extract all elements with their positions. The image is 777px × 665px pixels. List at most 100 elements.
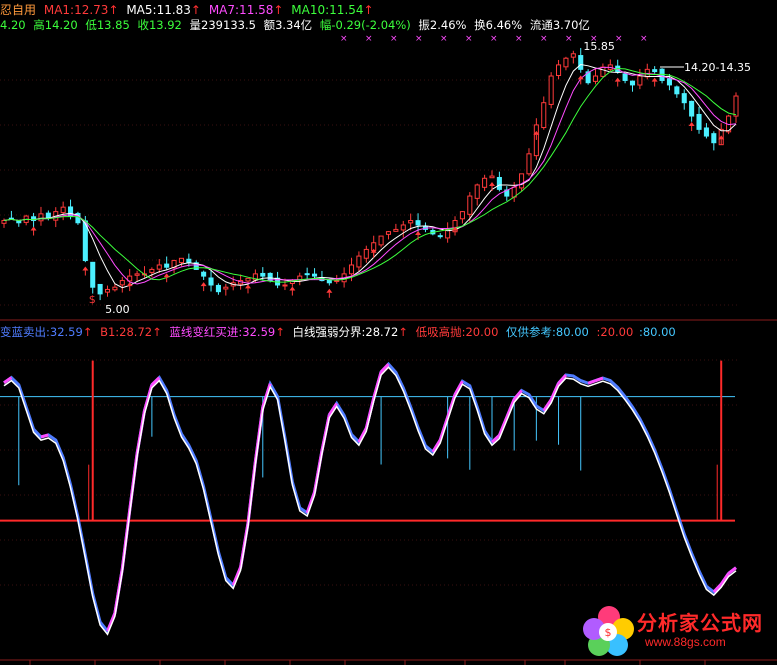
candle-body	[489, 175, 495, 179]
candle-body	[215, 284, 221, 293]
candle-body	[178, 257, 184, 264]
candle-body	[1, 220, 7, 224]
buy-arrow-marker	[82, 266, 89, 271]
low-price-label: 5.00	[105, 303, 130, 316]
candle-body	[533, 124, 539, 157]
buy-arrow-marker	[200, 282, 207, 287]
candle-body	[134, 273, 140, 276]
watermark: $ 分析家公式网 www.88gs.com	[579, 601, 769, 659]
top-cross-marker: ×	[365, 34, 373, 44]
candle-body	[385, 231, 392, 235]
indicator-item: :80.00	[638, 325, 676, 339]
volume: 量239133.5	[189, 18, 256, 32]
turnover: 换6.46%	[474, 18, 523, 32]
grid-lines	[0, 79, 777, 665]
top-cross-marker: ×	[540, 34, 548, 44]
ma7-arrow-icon: ↑	[273, 3, 284, 17]
candle-body	[60, 206, 66, 214]
up-arrow-icon: ↑	[82, 325, 93, 339]
candle-body	[711, 133, 717, 144]
candle-body	[400, 224, 406, 231]
top-cross-marker: ×	[440, 34, 448, 44]
ma5-value: MA5:11.83	[126, 3, 191, 17]
open-price: 4.20	[0, 18, 26, 32]
top-cross-marker: ×	[565, 34, 573, 44]
buy-arrow-marker	[289, 286, 296, 291]
top-cross-marker: ×	[515, 34, 523, 44]
candle-body	[348, 264, 355, 275]
price-annotations: 15.85 5.00 14.20-14.35 $	[89, 40, 751, 316]
top-cross-marker: ×	[415, 34, 423, 44]
watermark-title: 分析家公式网	[637, 613, 763, 635]
candle-body	[97, 283, 103, 295]
ma5-arrow-icon: ↑	[190, 3, 201, 17]
ma-line-5	[3, 63, 737, 289]
up-arrow-icon: ↑	[275, 325, 285, 339]
candle-body	[149, 268, 155, 273]
buy-arrow-marker	[614, 77, 621, 82]
candle-body	[652, 69, 658, 73]
buy-arrow-marker	[30, 226, 37, 231]
ma-header: 忍自用 MA1:12.73↑ MA5:11.83↑ MA7:11.58↑ MA1…	[0, 2, 378, 18]
indicator-item: 蓝线变红买进:32.59	[169, 325, 276, 339]
candle-body	[104, 288, 111, 293]
buy-signal-mark: $	[89, 293, 96, 306]
red-line-segment	[453, 380, 464, 396]
top-cross-marker: ×	[390, 34, 398, 44]
high-price: 高14.20	[33, 18, 78, 32]
formula-name: 忍自用	[0, 3, 37, 17]
candle-body	[629, 80, 636, 86]
candle-body	[304, 273, 310, 276]
red-line-segment	[372, 371, 383, 399]
candle-body	[90, 261, 96, 288]
buy-arrow-marker	[163, 273, 170, 278]
buy-arrow-marker	[326, 288, 333, 293]
red-line-segment	[231, 566, 242, 586]
candle-body	[703, 127, 709, 137]
candle-body	[467, 195, 473, 215]
red-line-segment	[549, 382, 560, 401]
candle-body	[563, 57, 569, 68]
ma10-value: MA10:11.54	[291, 3, 364, 17]
red-line-segment	[446, 394, 457, 418]
ma7-value: MA7:11.58	[208, 3, 274, 17]
candle-body	[223, 286, 229, 290]
amount: 额3.34亿	[263, 18, 313, 32]
top-cross-marker: ×	[640, 34, 648, 44]
indicator-item: 低吸高抛:20.00	[415, 325, 499, 339]
top-cross-marker: ×	[465, 34, 473, 44]
candle-body	[260, 272, 266, 277]
buy-arrow-marker	[688, 122, 695, 127]
buy-arrow-marker	[489, 182, 495, 187]
red-line-segment	[261, 383, 272, 408]
quote-header: 4.20 高14.20 低13.85 收13.92 量239133.5 额3.3…	[0, 17, 594, 33]
buy-arrow-marker	[415, 230, 422, 235]
candle-body	[164, 263, 170, 268]
candle-body	[474, 184, 480, 199]
red-line-segment	[505, 398, 516, 418]
candle-body	[578, 55, 584, 70]
candle-body	[437, 235, 443, 238]
top-cross-marker: ×	[615, 34, 623, 44]
candle-body	[666, 78, 672, 86]
candle-body	[208, 277, 214, 286]
red-line-segment	[40, 433, 49, 439]
candle-body	[334, 280, 340, 283]
candle-body	[519, 173, 525, 189]
svg-text:$: $	[605, 626, 612, 639]
indicator-item: 白线强弱分界:28.72	[292, 325, 399, 339]
indicator-lines[interactable]	[3, 361, 737, 636]
top-cross-marker: ×	[340, 34, 348, 44]
blue-line	[3, 361, 737, 635]
candle-body	[119, 280, 125, 286]
indicator-item: 仅供参考:80.00	[506, 325, 589, 339]
candle-body	[312, 273, 318, 277]
indicator-item: B1:28.72	[100, 325, 153, 339]
indicator-reference-lines	[0, 396, 735, 522]
ma-line-7	[3, 66, 737, 285]
watermark-url: www.88gs.com	[645, 635, 726, 649]
candle-body	[556, 64, 562, 76]
candle-body	[674, 86, 680, 95]
candle-body	[526, 153, 532, 175]
red-line-segment	[587, 379, 597, 385]
